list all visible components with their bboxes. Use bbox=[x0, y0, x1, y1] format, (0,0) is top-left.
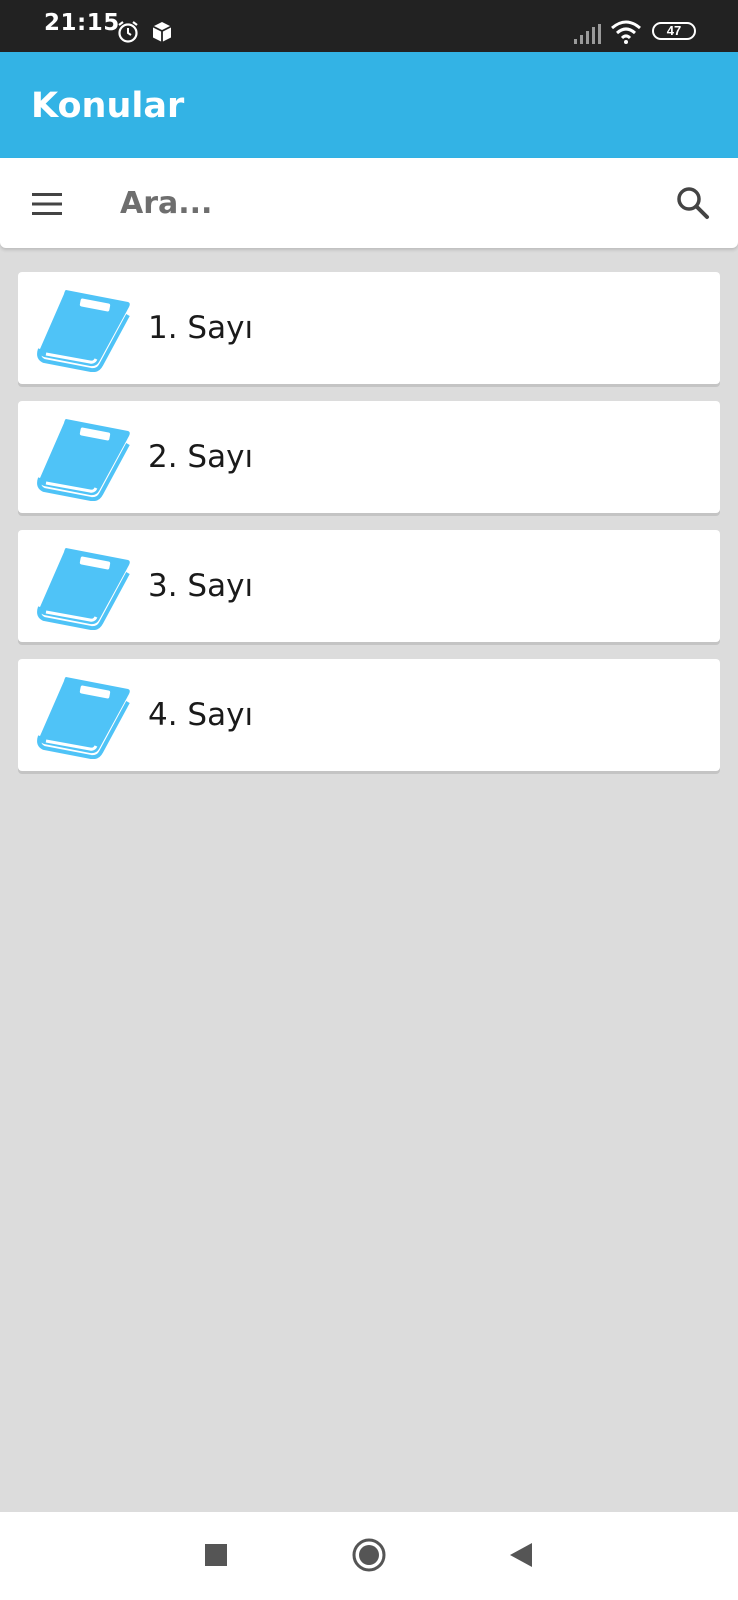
search-icon[interactable] bbox=[674, 184, 714, 224]
topic-list: 1. Sayı 2. Sayı 3. Sayı 4. Sayı bbox=[18, 272, 720, 788]
home-circle-icon[interactable] bbox=[329, 1512, 409, 1600]
list-item[interactable]: 4. Sayı bbox=[18, 659, 720, 771]
system-nav-bar bbox=[0, 1512, 738, 1600]
status-time: 21:15 bbox=[44, 10, 120, 36]
app-bar: Konular bbox=[0, 52, 738, 158]
list-item-label: 4. Sayı bbox=[148, 697, 254, 733]
search-input[interactable] bbox=[120, 180, 640, 226]
wifi-icon bbox=[611, 20, 641, 44]
list-item[interactable]: 2. Sayı bbox=[18, 401, 720, 513]
back-triangle-icon[interactable] bbox=[480, 1512, 560, 1600]
status-bar: 21:15 47 bbox=[0, 0, 738, 52]
package-icon bbox=[152, 22, 172, 42]
list-item-label: 1. Sayı bbox=[148, 310, 254, 346]
list-item-label: 2. Sayı bbox=[148, 439, 254, 475]
book-icon bbox=[37, 419, 130, 501]
list-item[interactable]: 3. Sayı bbox=[18, 530, 720, 642]
page-title: Konular bbox=[31, 86, 185, 126]
list-item-label: 3. Sayı bbox=[148, 568, 254, 604]
list-item[interactable]: 1. Sayı bbox=[18, 272, 720, 384]
battery-level: 47 bbox=[666, 23, 682, 38]
alarm-icon bbox=[118, 21, 138, 43]
hamburger-menu-icon[interactable] bbox=[30, 190, 64, 218]
battery-icon: 47 bbox=[652, 22, 696, 40]
book-icon bbox=[37, 548, 130, 630]
recents-square-icon[interactable] bbox=[176, 1512, 256, 1600]
book-icon bbox=[37, 677, 130, 759]
book-icon bbox=[37, 290, 130, 372]
signal-icon bbox=[574, 24, 601, 44]
search-bar bbox=[0, 158, 738, 248]
